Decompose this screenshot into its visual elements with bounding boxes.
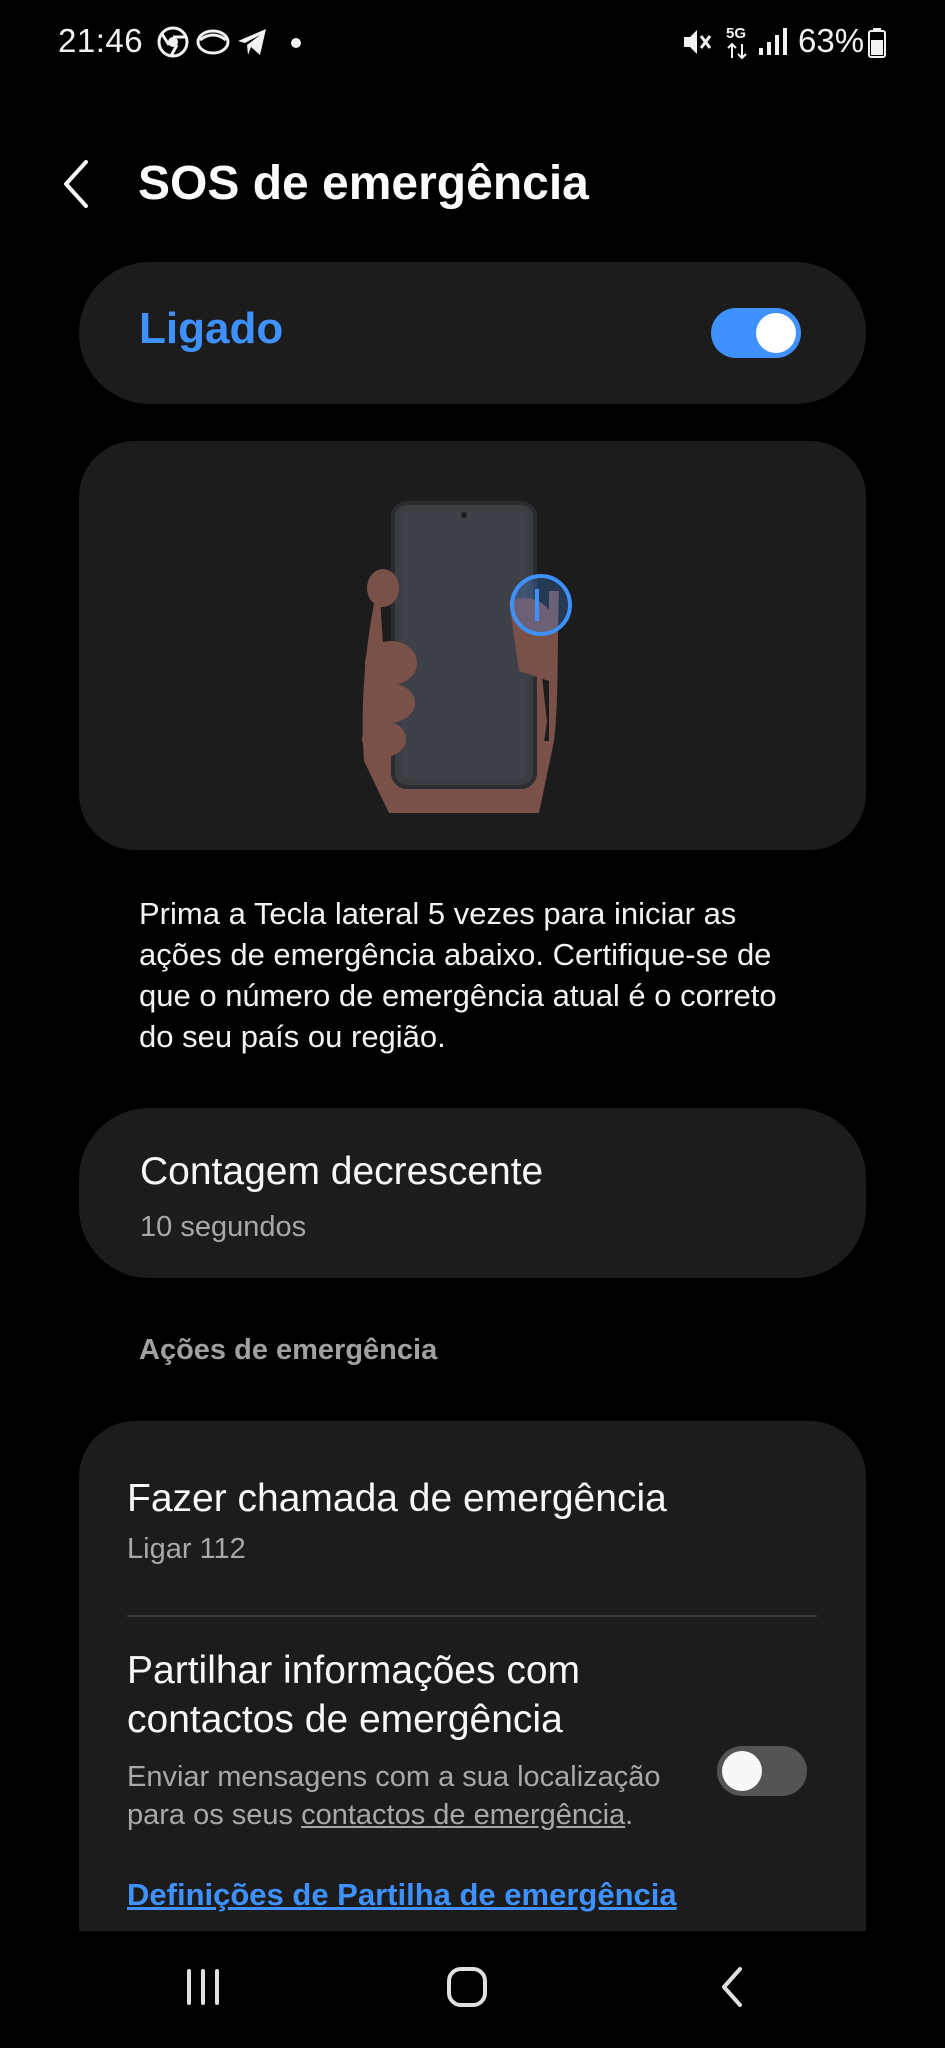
back-icon[interactable] bbox=[698, 1957, 768, 2017]
recent-apps-icon[interactable] bbox=[168, 1957, 238, 2017]
illustration-card bbox=[79, 441, 866, 850]
home-icon[interactable] bbox=[432, 1957, 502, 2017]
5g-icon: 5G bbox=[724, 24, 750, 65]
toggle-knob bbox=[756, 313, 796, 353]
chrome-icon bbox=[157, 26, 189, 63]
emergency-sharing-settings-link[interactable]: Definições de Partilha de emergência bbox=[127, 1877, 677, 1913]
master-switch-row[interactable]: Ligado bbox=[79, 262, 866, 404]
page-title: SOS de emergência bbox=[138, 157, 589, 210]
navigation-bar bbox=[0, 1931, 945, 2048]
emergency-actions-card: Fazer chamada de emergência Ligar 112 Pa… bbox=[79, 1421, 866, 1931]
hand-holding-phone-illustration bbox=[362, 501, 572, 813]
master-toggle[interactable] bbox=[711, 308, 801, 358]
screen: 21:46 5G 63% SOS de emergência Ligado Pr… bbox=[0, 0, 945, 2048]
toggle-knob bbox=[722, 1751, 762, 1791]
countdown-value: 10 segundos bbox=[140, 1211, 307, 1243]
cloud-icon bbox=[196, 26, 230, 63]
share-desc-suffix: . bbox=[625, 1799, 634, 1831]
status-time: 21:46 bbox=[58, 22, 144, 59]
mute-icon bbox=[680, 26, 712, 63]
signal-icon bbox=[758, 28, 788, 61]
status-bar: 21:46 5G 63% bbox=[0, 0, 945, 84]
emergency-call-title: Fazer chamada de emergência bbox=[127, 1477, 667, 1520]
divider bbox=[127, 1615, 817, 1617]
back-arrow-icon[interactable] bbox=[58, 156, 98, 212]
dot-icon bbox=[290, 36, 302, 54]
share-info-title-line1: Partilhar informações com bbox=[127, 1649, 580, 1692]
countdown-title: Contagem decrescente bbox=[140, 1150, 544, 1193]
emergency-contacts-link[interactable]: contactos de emergência bbox=[301, 1799, 625, 1831]
master-switch-label: Ligado bbox=[139, 304, 284, 353]
share-info-toggle[interactable] bbox=[717, 1746, 807, 1796]
share-info-title-line2: contactos de emergência bbox=[127, 1698, 563, 1741]
telegram-icon bbox=[236, 26, 268, 63]
battery-percent: 63% bbox=[798, 22, 865, 59]
emergency-call-number: Ligar 112 bbox=[127, 1533, 246, 1565]
app-bar: SOS de emergência bbox=[0, 140, 945, 230]
battery-icon bbox=[868, 28, 886, 63]
countdown-row[interactable]: Contagem decrescente 10 segundos bbox=[79, 1108, 866, 1278]
svg-text:5G: 5G bbox=[726, 25, 746, 42]
instruction-text: Prima a Tecla lateral 5 vezes para inici… bbox=[139, 896, 777, 1054]
share-info-description: Enviar mensagens com a sua localização p… bbox=[127, 1758, 687, 1834]
section-header-emergency-actions: Ações de emergência bbox=[139, 1334, 438, 1366]
